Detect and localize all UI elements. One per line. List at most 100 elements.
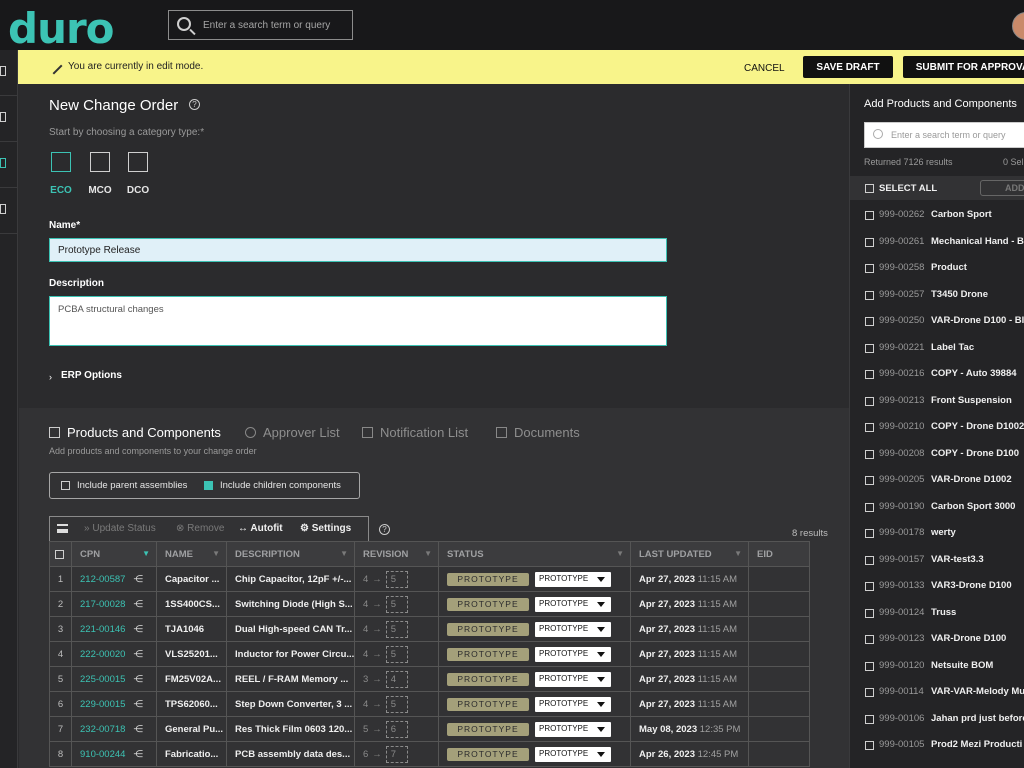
item-checkbox[interactable] (865, 343, 874, 353)
cpn-cell[interactable]: 222-00020 ⋲ (71, 641, 157, 667)
submit-for-approval-button[interactable]: SUBMIT FOR APPROVAL (903, 56, 1024, 78)
cpn-cell[interactable]: 910-00244 ⋲ (71, 741, 157, 767)
description-field[interactable]: PCBA structural changes (49, 296, 667, 346)
item-checkbox[interactable] (865, 476, 874, 485)
tab-notification-list[interactable]: Notification List (362, 425, 468, 440)
sort-icon[interactable]: ▼ (734, 549, 742, 558)
rail-dashboard-icon[interactable] (0, 50, 18, 96)
revision-to-field[interactable]: 5 (385, 645, 408, 663)
menu-icon[interactable] (57, 524, 68, 533)
panel-search-input[interactable] (891, 128, 1024, 142)
cpn-cell[interactable]: 232-00718 ⋲ (71, 716, 157, 742)
item-checkbox[interactable] (865, 290, 874, 300)
panel-search[interactable] (864, 122, 1024, 148)
column-header-eid[interactable]: EID (748, 541, 810, 567)
tab-approver-list[interactable]: Approver List (245, 425, 340, 440)
item-checkbox[interactable] (865, 211, 874, 220)
revision-to-field[interactable]: 5 (385, 620, 408, 638)
tree-icon[interactable]: ⋲ (133, 574, 143, 585)
column-header-revision[interactable]: REVISION ▼ (354, 541, 439, 567)
status-select[interactable]: PROTOTYPE (535, 571, 611, 587)
revision-to-field[interactable]: 7 (385, 745, 408, 763)
table-row[interactable]: 2 217-00028 ⋲ 1SS400CS... Switching Diode (H… (49, 591, 810, 617)
sort-icon[interactable]: ▼ (424, 549, 432, 558)
cpn-cell[interactable]: 212-00587 ⋲ (71, 566, 157, 592)
status-select[interactable]: PROTOTYPE (535, 621, 611, 637)
cpn-link[interactable]: 225-00015 (80, 674, 125, 685)
status-select[interactable]: PROTOTYPE (535, 596, 611, 612)
item-checkbox[interactable] (865, 237, 874, 247)
item-checkbox[interactable] (865, 423, 874, 432)
duro-logo[interactable]: duro (8, 4, 115, 53)
global-search-input[interactable] (203, 17, 348, 33)
cpn-cell[interactable]: 225-00015 ⋲ (71, 666, 157, 692)
include-parent-label[interactable]: Include parent assemblies (77, 480, 187, 491)
column-header-name[interactable]: NAME ▼ (156, 541, 227, 567)
item-checkbox[interactable] (865, 317, 874, 326)
revision-to-field[interactable]: 5 (385, 570, 408, 588)
cpn-link[interactable]: 217-00028 (80, 599, 125, 610)
sort-icon[interactable]: ▼ (142, 549, 150, 558)
rail-change-orders-icon[interactable] (0, 142, 18, 188)
item-checkbox[interactable] (865, 449, 874, 459)
item-checkbox[interactable] (865, 608, 874, 618)
sort-icon[interactable]: ▼ (212, 549, 220, 558)
cpn-cell[interactable]: 217-00028 ⋲ (71, 591, 157, 617)
add-button[interactable]: ADD (980, 180, 1024, 196)
status-select[interactable]: PROTOTYPE (535, 696, 611, 712)
tree-icon[interactable]: ⋲ (133, 674, 143, 685)
status-select[interactable]: PROTOTYPE (535, 746, 611, 762)
tree-icon[interactable]: ⋲ (133, 724, 143, 735)
sort-icon[interactable]: ▼ (340, 549, 348, 558)
category-dco[interactable]: DCO (123, 152, 153, 196)
item-checkbox[interactable] (865, 688, 874, 697)
tab-documents[interactable]: Documents (496, 425, 580, 440)
name-field[interactable] (49, 238, 667, 262)
table-row[interactable]: 1 212-00587 ⋲ Capacitor ... Chip Capacitor, … (49, 566, 810, 592)
tree-icon[interactable]: ⋲ (133, 699, 143, 710)
chevron-right-icon[interactable]: › (49, 372, 52, 382)
revision-to-field[interactable]: 6 (385, 720, 408, 738)
select-all-checkbox[interactable] (55, 549, 64, 559)
table-row[interactable]: 3 221-00146 ⋲ TJA1046 Dual High-speed CAN Tr… (49, 616, 810, 642)
table-row[interactable]: 4 222-00020 ⋲ VLS25201... Inductor for Power… (49, 641, 810, 667)
revision-to-field[interactable]: 4 (385, 670, 408, 688)
revision-to-field[interactable]: 5 (385, 695, 408, 713)
item-checkbox[interactable] (865, 635, 874, 644)
table-row[interactable]: 6 229-00015 ⋲ TPS62060... Step Down Converte… (49, 691, 810, 717)
global-search[interactable] (168, 10, 353, 40)
item-checkbox[interactable] (865, 661, 874, 671)
erp-options-toggle[interactable]: ERP Options (61, 370, 122, 381)
revision-to-field[interactable]: 5 (385, 595, 408, 613)
include-children-label[interactable]: Include children components (220, 480, 341, 491)
item-checkbox[interactable] (865, 741, 874, 750)
cpn-link[interactable]: 221-00146 (80, 624, 125, 635)
table-row[interactable]: 5 225-00015 ⋲ FM25V02A... REEL / F-RAM Memor… (49, 666, 810, 692)
cancel-button[interactable]: CANCEL (734, 58, 795, 78)
settings-button[interactable]: ⚙ Settings (300, 523, 351, 534)
update-status-button[interactable]: » Update Status (84, 523, 156, 534)
cpn-link[interactable]: 222-00020 (80, 649, 125, 660)
category-eco[interactable]: ECO (46, 152, 76, 196)
select-all-header[interactable] (49, 541, 72, 567)
remove-button[interactable]: ⊗ Remove (176, 523, 224, 534)
cpn-link[interactable]: 212-00587 (80, 574, 125, 585)
include-parent-checkbox[interactable] (61, 481, 70, 490)
tree-icon[interactable]: ⋲ (133, 649, 143, 660)
column-header-last-updated[interactable]: LAST UPDATED ▼ (630, 541, 749, 567)
cpn-link[interactable]: 229-00015 (80, 699, 125, 710)
cpn-link[interactable]: 910-00244 (80, 749, 125, 760)
select-all-checkbox[interactable] (865, 184, 874, 193)
category-mco[interactable]: MCO (85, 152, 115, 196)
rail-library-icon[interactable] (0, 188, 18, 234)
tree-icon[interactable]: ⋲ (133, 749, 143, 760)
autofit-button[interactable]: ↔ Autofit (238, 523, 283, 534)
column-header-description[interactable]: DESCRIPTION ▼ (226, 541, 355, 567)
table-row[interactable]: 7 232-00718 ⋲ General Pu... Res Thick Film 0… (49, 716, 810, 742)
item-checkbox[interactable] (865, 370, 874, 379)
cpn-cell[interactable]: 221-00146 ⋲ (71, 616, 157, 642)
item-checkbox[interactable] (865, 396, 874, 406)
item-checkbox[interactable] (865, 264, 874, 273)
select-all-label[interactable]: SELECT ALL (879, 183, 937, 194)
item-checkbox[interactable] (865, 529, 874, 538)
